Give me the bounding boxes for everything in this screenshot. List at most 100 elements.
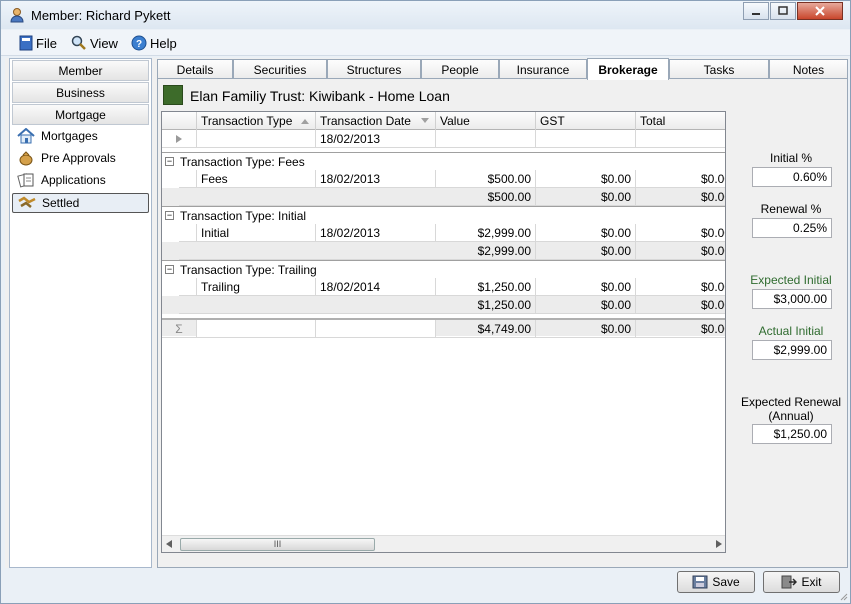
tab-details[interactable]: Details [157,59,233,79]
sidebar-item-applications[interactable]: Applications [12,170,149,190]
row-selector[interactable] [162,130,197,148]
kiwibank-logo-icon [163,85,183,105]
expected-renewal-field[interactable]: $1,250.00 [752,424,832,444]
tab-notes[interactable]: Notes [769,59,848,79]
scrollbar-thumb[interactable]: III [180,538,375,551]
collapse-icon[interactable]: − [165,265,174,274]
grand-total-date [316,320,436,338]
value-cell[interactable]: $1,250.00 [436,278,536,296]
total-cell[interactable]: $0.00 [636,278,725,296]
nav-mortgage-button[interactable]: Mortgage [12,104,149,125]
tab-insurance[interactable]: Insurance [499,59,587,79]
initial-pct-field[interactable]: 0.60% [752,167,832,187]
menu-view[interactable]: View [71,34,118,52]
sidebar-item-mortgages[interactable]: Mortgages [12,126,149,146]
group-summary-row: $500.00 $0.00 $0.00 [162,188,725,206]
brokerage-panel: Elan Familiy Trust: Kiwibank - Home Loan… [157,78,848,568]
column-header-transaction-type[interactable]: Transaction Type [197,112,316,130]
menu-help[interactable]: ? Help [131,34,177,52]
horizontal-scrollbar[interactable]: III [162,535,725,552]
member-icon [10,8,24,23]
summary-spacer [179,296,436,314]
nav-member-button[interactable]: Member [12,60,149,81]
sidebar-item-pre-approvals[interactable]: Pre Approvals [12,148,149,168]
tab-people[interactable]: People [421,59,499,79]
date-cell[interactable]: 18/02/2013 [316,224,436,242]
expected-renewal-sublabel: (Annual) [768,409,814,423]
table-row[interactable]: Fees 18/02/2013 $500.00 $0.00 $0.00 [162,170,725,188]
table-row[interactable]: Trailing 18/02/2014 $1,250.00 $0.00 $0.0… [162,278,725,296]
actual-initial-field[interactable]: $2,999.00 [752,340,832,360]
value-cell[interactable]: $2,999.00 [436,224,536,242]
column-header-value[interactable]: Value [436,112,536,130]
tab-tasks[interactable]: Tasks [669,59,769,79]
total-cell[interactable]: $0.00 [636,224,725,242]
row-selector[interactable] [179,170,197,188]
total-cell[interactable]: $0.00 [636,170,725,188]
close-window-button[interactable] [797,2,843,20]
collapse-icon[interactable]: − [165,211,174,220]
new-row-total-cell[interactable] [636,130,725,148]
grand-total-total: $0.00 [636,320,725,338]
gst-cell[interactable]: $0.00 [536,170,636,188]
sort-ascending-icon [301,119,309,124]
gst-cell[interactable]: $0.00 [536,278,636,296]
renewal-pct-label: Renewal % [760,202,822,216]
new-row-date-cell[interactable]: 18/02/2013 [316,130,436,148]
handshake-icon [18,196,36,208]
type-cell[interactable]: Initial [197,224,316,242]
summary-spacer [179,188,436,206]
minimize-icon [752,13,760,15]
date-cell[interactable]: 18/02/2013 [316,170,436,188]
tab-brokerage[interactable]: Brokerage [587,58,669,80]
tab-structures[interactable]: Structures [327,59,421,79]
client-area: Member Business Mortgage Mortgages Pre A… [5,58,848,568]
main-window: Member: Richard Pykett File View ? Help … [0,0,851,604]
date-cell[interactable]: 18/02/2014 [316,278,436,296]
tab-label: Securities [253,62,307,77]
group-header-initial[interactable]: − Transaction Type: Initial [162,206,725,224]
value-cell[interactable]: $500.00 [436,170,536,188]
scroll-left-icon[interactable] [166,540,172,548]
sidebar-item-label: Settled [42,196,80,210]
tab-label: Brokerage [598,62,658,77]
tab-securities[interactable]: Securities [233,59,327,79]
summary-total: $0.00 [636,188,725,206]
new-row-gst-cell[interactable] [536,130,636,148]
expected-initial-field[interactable]: $3,000.00 [752,289,832,309]
type-cell[interactable]: Fees [197,170,316,188]
scroll-right-icon[interactable] [716,540,722,548]
save-button[interactable]: Save [677,571,755,593]
row-selector[interactable] [179,224,197,242]
file-icon [19,35,33,51]
table-row[interactable]: Initial 18/02/2013 $2,999.00 $0.00 $0.00 [162,224,725,242]
nav-business-button[interactable]: Business [12,82,149,103]
scrollbar-grip: III [273,539,282,549]
sidebar-item-label: Mortgages [41,129,98,143]
row-selector[interactable] [179,278,197,296]
new-row-type-cell[interactable] [197,130,316,148]
minimize-button[interactable] [743,2,769,20]
column-header-gst[interactable]: GST [536,112,636,130]
gst-cell[interactable]: $0.00 [536,224,636,242]
menu-file[interactable]: File [19,34,57,52]
sidebar-item-settled[interactable]: Settled [12,193,149,213]
exit-button[interactable]: Exit [763,571,840,593]
column-header-total[interactable]: Total [636,112,725,130]
column-header-transaction-date[interactable]: Transaction Date [316,112,436,130]
group-header-fees[interactable]: − Transaction Type: Fees [162,152,725,170]
new-row[interactable]: 18/02/2013 [162,130,725,148]
sum-symbol: Σ [162,320,197,338]
resize-grip-icon[interactable] [838,591,848,601]
collapse-icon[interactable]: − [165,157,174,166]
sidebar-item-label: Applications [41,173,106,187]
window-title: Member: Richard Pykett [31,8,171,23]
maximize-button[interactable] [770,2,796,20]
menu-help-label: Help [150,35,177,51]
renewal-pct-field[interactable]: 0.25% [752,218,832,238]
column-header-label: GST [540,114,565,128]
group-header-trailing[interactable]: − Transaction Type: Trailing [162,260,725,278]
type-cell[interactable]: Trailing [197,278,316,296]
svg-text:?: ? [136,39,142,50]
new-row-value-cell[interactable] [436,130,536,148]
